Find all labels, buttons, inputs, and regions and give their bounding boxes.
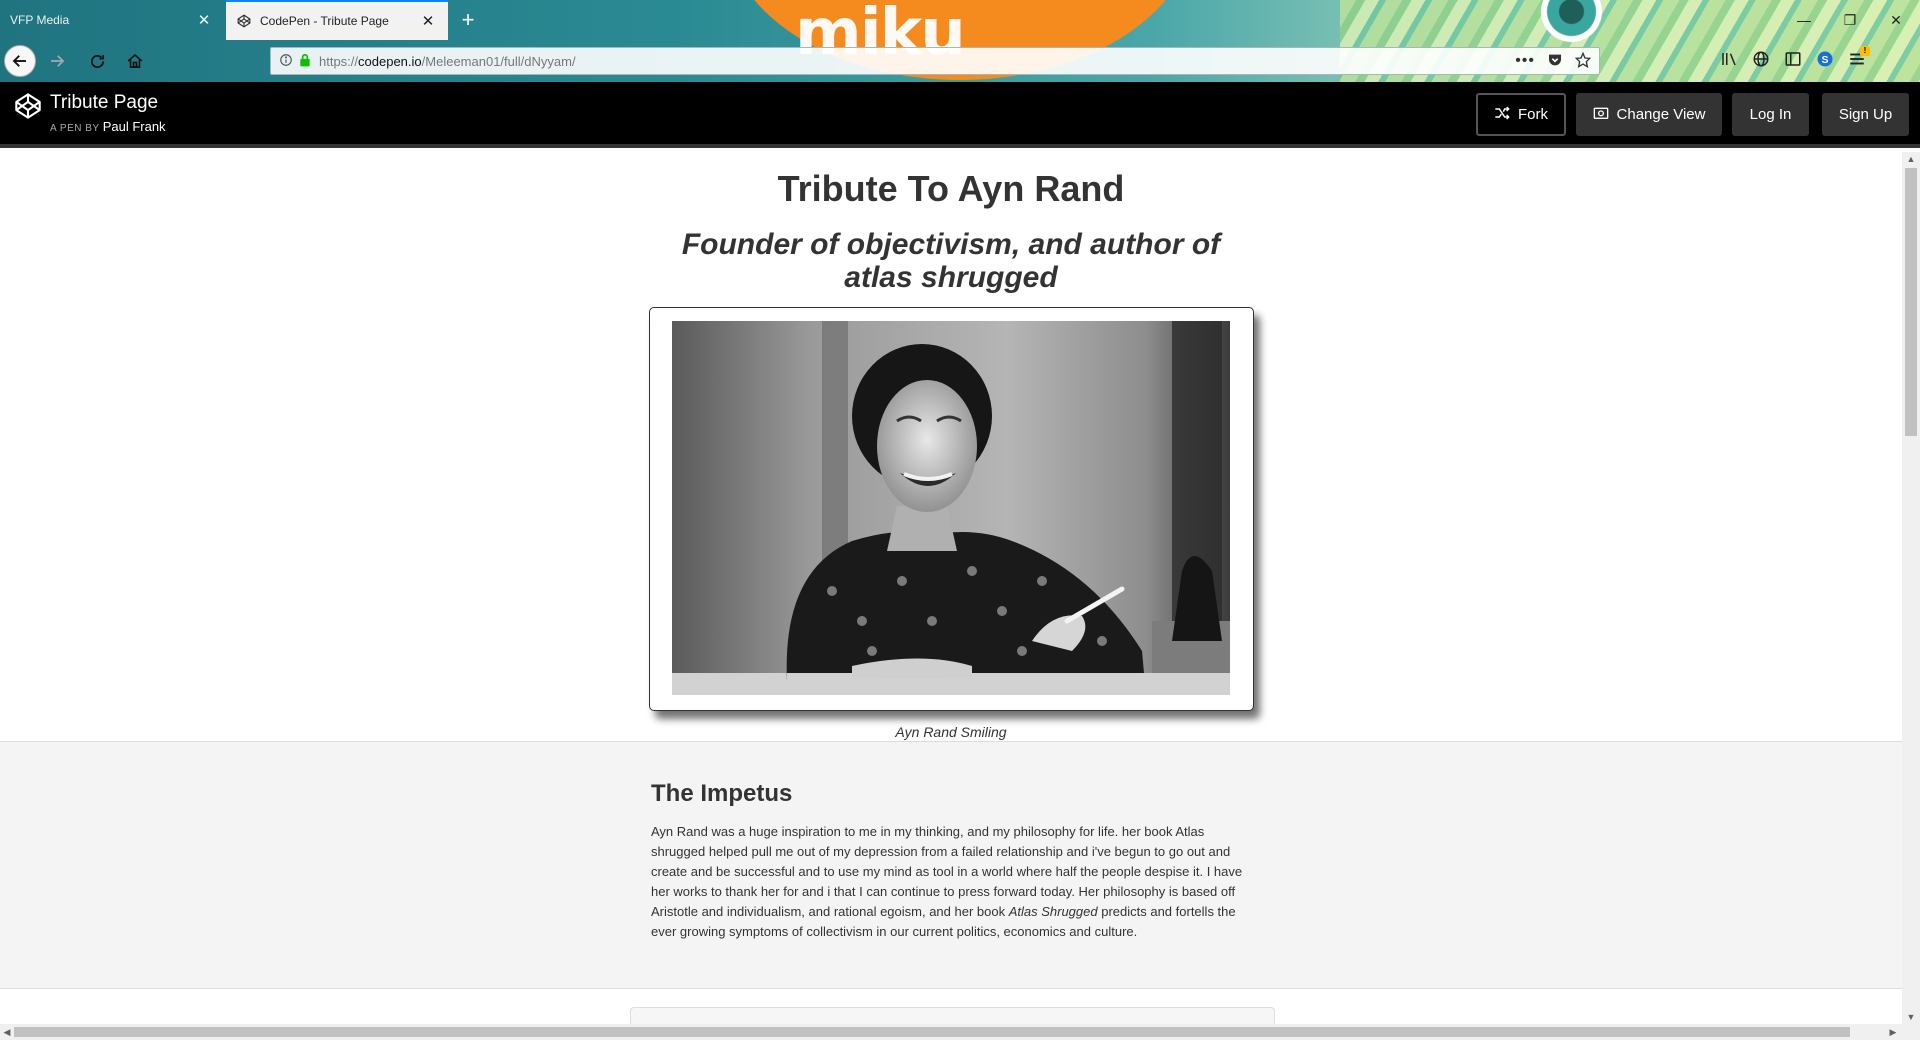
page-subtitle: Founder of objectivism, and author of at…: [681, 228, 1221, 294]
vertical-scroll-thumb[interactable]: [1905, 168, 1917, 436]
info-icon[interactable]: [279, 53, 293, 70]
browser-chrome: miku VFP Media ✕ CodePen - Tribute Page …: [0, 0, 1920, 82]
reload-icon[interactable]: [82, 46, 112, 76]
home-icon[interactable]: [120, 46, 150, 76]
url-host: codepen.io: [358, 53, 422, 69]
pocket-icon[interactable]: [1547, 52, 1563, 71]
page-title: Tribute To Ayn Rand: [777, 168, 1125, 209]
vertical-scrollbar[interactable]: ▲ ▼: [1902, 152, 1920, 1024]
scroll-down-icon[interactable]: ▼: [1902, 1010, 1920, 1024]
menu-icon[interactable]: !: [1848, 45, 1870, 73]
tab-title: VFP Media: [10, 13, 70, 27]
globe-extension-icon[interactable]: [1752, 50, 1770, 73]
next-section-card: [630, 1007, 1275, 1024]
sync-account-icon[interactable]: S: [1816, 50, 1834, 73]
library-icon[interactable]: [1720, 50, 1738, 73]
change-view-icon: [1593, 106, 1609, 124]
horizontal-scrollbar[interactable]: ◀ ▶: [0, 1024, 1920, 1040]
codepen-favicon-icon: [236, 13, 252, 29]
sidebar-icon[interactable]: [1784, 50, 1802, 73]
restore-icon[interactable]: ❐: [1830, 4, 1870, 36]
image-caption: Ayn Rand Smiling: [895, 724, 1007, 740]
impetus-section: The Impetus Ayn Rand was a huge inspirat…: [0, 741, 1902, 989]
address-bar[interactable]: https://codepen.io/Meleeman01/full/dNyya…: [270, 47, 1600, 75]
new-tab-icon[interactable]: +: [454, 6, 482, 34]
scroll-right-icon[interactable]: ▶: [1886, 1024, 1900, 1040]
portrait-photo: [672, 321, 1230, 695]
change-view-label: Change View: [1616, 106, 1706, 123]
author-link[interactable]: Paul Frank: [103, 119, 166, 134]
scroll-left-icon[interactable]: ◀: [0, 1024, 14, 1040]
book-title: Atlas Shrugged: [1008, 904, 1098, 919]
navigation-toolbar: https://codepen.io/Meleeman01/full/dNyya…: [0, 41, 1920, 82]
url-scheme: https://: [319, 53, 359, 69]
page-actions-icon[interactable]: •••: [1515, 52, 1535, 70]
back-icon[interactable]: [4, 45, 36, 77]
impetus-paragraph: Ayn Rand was a huge inspiration to me in…: [651, 822, 1255, 942]
scroll-up-icon[interactable]: ▲: [1902, 152, 1920, 166]
minimize-icon[interactable]: —: [1784, 4, 1824, 36]
pen-preview: Tribute To Ayn Rand Founder of objectivi…: [0, 152, 1902, 1024]
url-path: /Meleeman01/full/dNyyam/: [421, 53, 576, 69]
impetus-heading: The Impetus: [651, 780, 793, 807]
address-bar-actions: •••: [1515, 48, 1592, 74]
bookmark-star-icon[interactable]: [1574, 51, 1592, 71]
codepen-header: Tribute Page A PEN BY Paul Frank Fork Ch…: [0, 82, 1920, 148]
notification-badge: !: [1860, 45, 1870, 56]
codepen-logo-icon[interactable]: [14, 92, 42, 120]
tab-vfp-media[interactable]: VFP Media ✕: [0, 0, 224, 40]
horizontal-scroll-thumb[interactable]: [14, 1027, 1850, 1037]
browser-toolbar-icons: S !: [1720, 45, 1870, 76]
pen-byline: A PEN BY Paul Frank: [50, 119, 166, 134]
svg-text:S: S: [1821, 53, 1828, 65]
tab-codepen[interactable]: CodePen - Tribute Page ✕: [226, 0, 448, 40]
forward-icon[interactable]: [42, 46, 72, 76]
fork-button[interactable]: Fork: [1476, 93, 1566, 136]
lock-icon: [299, 53, 311, 70]
fork-label: Fork: [1518, 106, 1548, 123]
byline-prefix: A PEN BY: [50, 123, 100, 134]
close-tab-icon[interactable]: ✕: [194, 10, 214, 30]
change-view-button[interactable]: Change View: [1576, 93, 1722, 136]
fork-icon: [1494, 105, 1510, 124]
pen-title: Tribute Page: [50, 92, 159, 113]
signup-button[interactable]: Sign Up: [1822, 93, 1909, 136]
tab-bar: VFP Media ✕ CodePen - Tribute Page ✕ + —…: [0, 0, 1920, 40]
image-frame: [649, 307, 1254, 711]
login-button[interactable]: Log In: [1732, 93, 1809, 136]
tab-title: CodePen - Tribute Page: [260, 14, 389, 28]
close-window-icon[interactable]: ✕: [1876, 4, 1916, 36]
close-tab-icon[interactable]: ✕: [418, 11, 438, 31]
